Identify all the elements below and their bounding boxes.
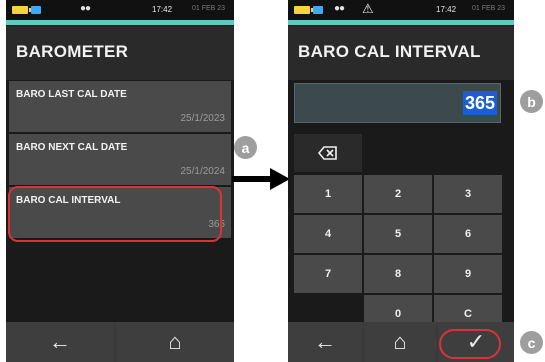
row-baro-last-cal-date[interactable]: BARO LAST CAL DATE 25/1/2023 bbox=[9, 81, 231, 132]
key-6[interactable]: 6 bbox=[434, 215, 502, 253]
back-button[interactable]: ← bbox=[288, 322, 362, 362]
callout-c: c bbox=[520, 331, 543, 354]
back-button[interactable]: ← bbox=[6, 322, 114, 362]
warning-icon: ⚠ bbox=[362, 1, 374, 16]
back-arrow-icon: ← bbox=[49, 329, 71, 354]
backspace-key[interactable] bbox=[294, 134, 362, 172]
key-2[interactable]: 2 bbox=[364, 175, 432, 213]
row-label: BARO NEXT CAL DATE bbox=[16, 142, 128, 153]
key-5[interactable]: 5 bbox=[364, 215, 432, 253]
status-time: 17:42 bbox=[436, 5, 457, 14]
charging-icon bbox=[313, 6, 323, 14]
row-value: 25/1/2024 bbox=[180, 166, 226, 177]
row-value: 25/1/2023 bbox=[180, 113, 226, 124]
key-1[interactable]: 1 bbox=[294, 175, 362, 213]
status-date: 01 FEB 23 bbox=[192, 5, 226, 12]
backspace-icon bbox=[318, 146, 337, 160]
row-baro-next-cal-date[interactable]: BARO NEXT CAL DATE 25/1/2024 bbox=[9, 134, 231, 185]
row-label: BARO LAST CAL DATE bbox=[16, 89, 127, 100]
status-divider bbox=[6, 20, 234, 25]
status-bar: ●● ⚠ 17:42 01 FEB 23 bbox=[288, 0, 514, 20]
transition-arrow-icon bbox=[232, 168, 290, 190]
battery-icon bbox=[294, 6, 313, 14]
barometer-screen: ●● 17:42 01 FEB 23 BAROMETER BARO LAST C… bbox=[6, 0, 234, 362]
selection-highlight bbox=[8, 186, 222, 242]
back-arrow-icon: ← bbox=[314, 329, 336, 354]
baro-cal-interval-screen: ●● ⚠ 17:42 01 FEB 23 BARO CAL INTERVAL 3… bbox=[288, 0, 514, 362]
home-icon: ⌂ bbox=[393, 329, 407, 354]
key-7[interactable]: 7 bbox=[294, 255, 362, 293]
status-date: 01 FEB 23 bbox=[472, 5, 506, 12]
confirm-highlight bbox=[439, 329, 501, 359]
home-icon: ⌂ bbox=[168, 329, 182, 354]
battery-icon bbox=[12, 6, 31, 14]
connection-icon: ●● bbox=[334, 3, 345, 14]
home-button[interactable]: ⌂ bbox=[364, 322, 436, 362]
status-bar: ●● 17:42 01 FEB 23 bbox=[6, 0, 234, 20]
status-time: 17:42 bbox=[152, 5, 173, 14]
callout-a: a bbox=[234, 136, 257, 159]
key-8[interactable]: 8 bbox=[364, 255, 432, 293]
key-4[interactable]: 4 bbox=[294, 215, 362, 253]
status-divider bbox=[288, 20, 514, 25]
bottom-nav: ← ⌂ bbox=[6, 322, 234, 362]
title-bar: BAROMETER bbox=[6, 26, 234, 80]
key-9[interactable]: 9 bbox=[434, 255, 502, 293]
page-title: BARO CAL INTERVAL bbox=[298, 42, 481, 61]
callout-b: b bbox=[520, 90, 543, 113]
charging-icon bbox=[31, 6, 41, 14]
title-bar: BARO CAL INTERVAL bbox=[288, 26, 514, 80]
input-value: 365 bbox=[462, 91, 497, 115]
key-3[interactable]: 3 bbox=[434, 175, 502, 213]
connection-icon: ●● bbox=[80, 3, 91, 14]
home-button[interactable]: ⌂ bbox=[116, 322, 234, 362]
interval-input[interactable]: 365 bbox=[294, 83, 501, 123]
page-title: BAROMETER bbox=[16, 42, 129, 61]
